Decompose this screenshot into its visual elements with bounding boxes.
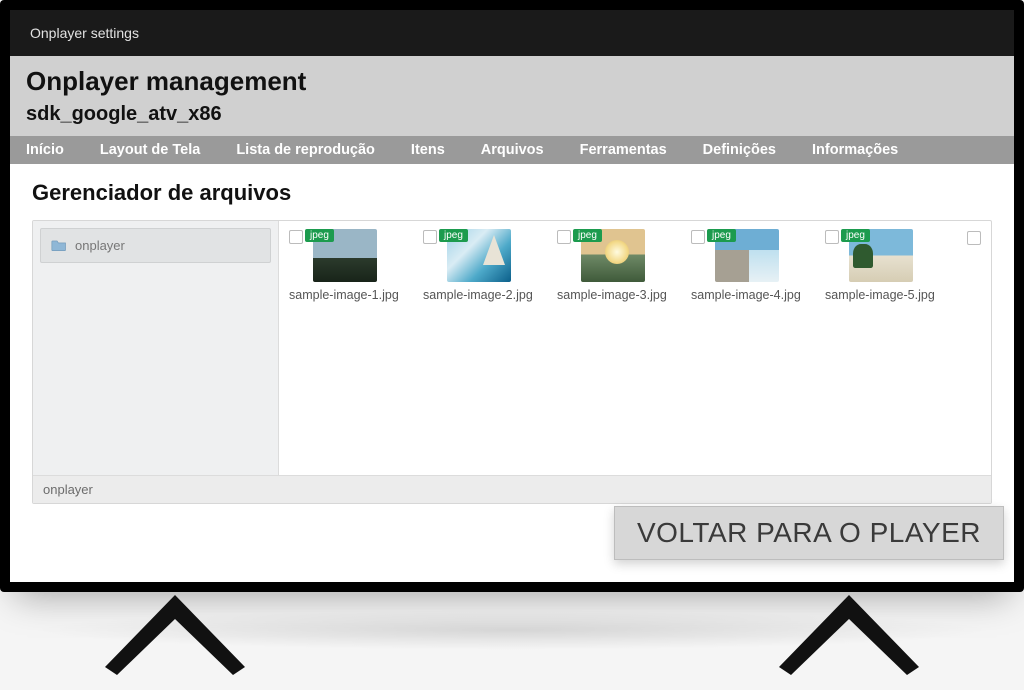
file-type-badge: jpeg	[573, 229, 602, 242]
nav-arquivos[interactable]: Arquivos	[481, 142, 544, 158]
file-item[interactable]: jpeg sample-image-4.jpg	[691, 229, 807, 302]
nav-lista-de-reproducao[interactable]: Lista de reprodução	[236, 142, 375, 158]
folder-tree: onplayer	[33, 221, 279, 503]
nav-inicio[interactable]: Início	[26, 142, 64, 158]
file-checkbox[interactable]	[557, 230, 571, 244]
file-type-badge: jpeg	[439, 229, 468, 242]
file-item[interactable]: jpeg sample-image-3.jpg	[557, 229, 673, 302]
device-name: sdk_google_atv_x86	[26, 103, 998, 126]
folder-label: onplayer	[75, 238, 125, 253]
file-name: sample-image-1.jpg	[289, 288, 405, 302]
file-item[interactable]: jpeg sample-image-2.jpg	[423, 229, 539, 302]
nav-itens[interactable]: Itens	[411, 142, 445, 158]
select-all-checkbox[interactable]	[967, 231, 981, 245]
file-item[interactable]: jpeg sample-image-1.jpg	[289, 229, 405, 302]
file-grid: jpeg sample-image-1.jpg jpeg samp	[279, 221, 991, 503]
folder-icon	[51, 239, 67, 252]
file-name: sample-image-4.jpg	[691, 288, 807, 302]
file-checkbox[interactable]	[423, 230, 437, 244]
file-name: sample-image-2.jpg	[423, 288, 539, 302]
back-to-player-button[interactable]: VOLTAR PARA O PLAYER	[614, 506, 1004, 560]
file-name: sample-image-3.jpg	[557, 288, 673, 302]
file-name: sample-image-5.jpg	[825, 288, 941, 302]
nav-layout-de-tela[interactable]: Layout de Tela	[100, 142, 200, 158]
tv-stand	[105, 595, 245, 675]
breadcrumb-path: onplayer	[43, 482, 93, 497]
nav-ferramentas[interactable]: Ferramentas	[580, 142, 667, 158]
page-header: Onplayer management sdk_google_atv_x86	[10, 56, 1014, 136]
file-type-badge: jpeg	[305, 229, 334, 242]
window-title: Onplayer settings	[30, 25, 139, 41]
file-checkbox[interactable]	[691, 230, 705, 244]
file-type-badge: jpeg	[841, 229, 870, 242]
tv-stand	[779, 595, 919, 675]
page-title: Onplayer management	[26, 66, 998, 97]
main-nav: Início Layout de Tela Lista de reproduçã…	[10, 136, 1014, 164]
nav-definicoes[interactable]: Definições	[703, 142, 776, 158]
file-item[interactable]: jpeg sample-image-5.jpg	[825, 229, 941, 302]
file-manager-panel: onplayer jpeg sample-image-1.jpg	[32, 220, 992, 504]
file-checkbox[interactable]	[825, 230, 839, 244]
file-type-badge: jpeg	[707, 229, 736, 242]
nav-informacoes[interactable]: Informações	[812, 142, 898, 158]
section-title: Gerenciador de arquivos	[32, 180, 992, 206]
folder-node-root[interactable]: onplayer	[40, 228, 271, 263]
file-checkbox[interactable]	[289, 230, 303, 244]
breadcrumb: onplayer	[33, 475, 991, 503]
window-titlebar: Onplayer settings	[10, 10, 1014, 56]
